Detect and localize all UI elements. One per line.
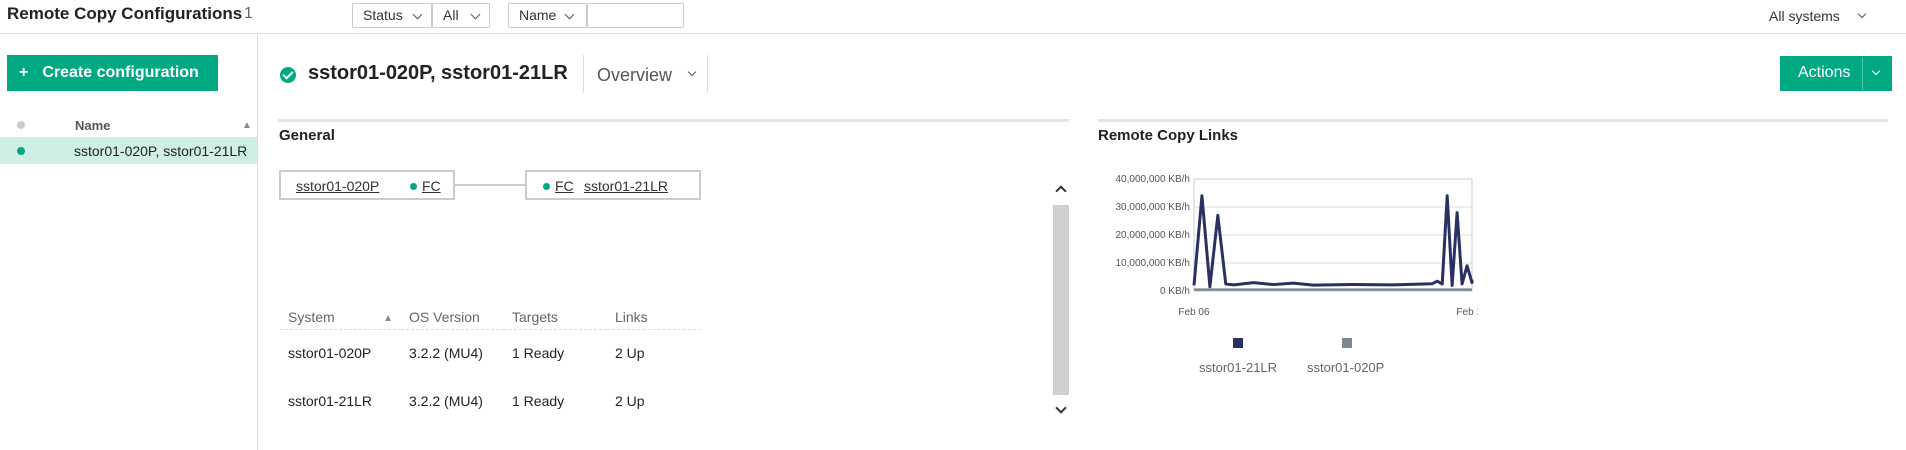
status-value-label: All [443,7,459,23]
status-normal-icon [280,67,296,83]
links-cell: 2 Up [615,393,645,409]
source-system-node: sstor01-020P FC [279,170,455,200]
create-configuration-button[interactable]: + Create configuration [7,55,218,91]
status-filter-label: Status [363,7,403,23]
actions-label: Actions [1798,64,1851,81]
section-rule [278,119,1069,122]
create-configuration-label: Create configuration [42,64,199,81]
source-system-link[interactable]: sstor01-020P [296,178,379,194]
status-normal-icon [17,147,25,155]
chevron-down-icon [412,9,423,20]
legend-label-sstor01-020p: sstor01-020P [1307,360,1385,375]
target-port-link[interactable]: FC [555,178,574,194]
targets-cell: 1 Ready [512,393,565,409]
status-column-icon [17,121,25,129]
y-tick-label: 20,000,000 KB/h [1115,230,1190,241]
source-port-link[interactable]: FC [422,178,441,194]
x-tick-label: Feb 13 [1456,307,1478,318]
status-filter-dropdown[interactable]: Status [352,3,432,28]
os-version-column-header[interactable]: OS Version [401,306,504,330]
legend-swatch-sstor01-020p [1342,338,1352,348]
legend-label-sstor01-21lr: sstor01-21LR [1199,360,1278,375]
x-tick-label: Feb 06 [1178,307,1210,318]
target-system-node: FC sstor01-21LR [525,170,701,200]
view-selector-label: Overview [597,65,673,85]
links-cell: 2 Up [615,345,645,362]
y-tick-label: 40,000,000 KB/h [1115,174,1190,185]
chevron-down-icon [1857,9,1867,19]
configuration-count: 1 [244,5,253,22]
chevron-down-icon [1871,66,1881,76]
targets-cell: 1 Ready [512,345,565,362]
detail-title: sstor01-020P, sstor01-21LR [308,62,568,84]
general-section-title: General [279,127,335,144]
systems-table: System ▲ OS Version Targets Links sstor0… [280,306,701,425]
remote-copy-links-chart: 40,000,000 KB/h 30,000,000 KB/h 20,000,000… [1115,174,1478,318]
list-item-label: sstor01-020P, sstor01-21LR [74,143,248,159]
system-cell: sstor01-020P [288,345,372,362]
y-tick-label: 30,000,000 KB/h [1115,202,1190,213]
divider [583,55,584,93]
top-bar: Remote Copy Configurations 1 Status All … [0,0,1906,34]
scrollbar-thumb[interactable] [1053,205,1069,395]
actions-button[interactable]: Actions [1780,56,1892,91]
sort-ascending-icon: ▲ [242,120,252,131]
page-title: Remote Copy Configurations [7,4,243,23]
section-rule [1098,119,1888,122]
legend-swatch-sstor01-21lr [1233,338,1243,348]
targets-column-header[interactable]: Targets [504,306,607,330]
view-selector[interactable]: Overview [597,65,697,86]
system-cell: sstor01-21LR [288,393,373,409]
y-tick-label: 0 KB/h [1160,286,1190,297]
system-scope-label: All systems [1769,8,1840,24]
table-row[interactable]: sstor01-020P 3.2.2 (MU4) 1 Ready 2 Up [280,329,701,377]
name-column-header[interactable]: Name [75,118,110,133]
sort-ascending-icon: ▲ [383,313,393,325]
chevron-down-icon [564,9,575,20]
list-header[interactable]: Name ▲ [0,115,257,135]
y-tick-label: 10,000,000 KB/h [1115,258,1190,269]
column-header-label: System [288,309,335,326]
chevron-down-icon [470,9,481,20]
list-item[interactable]: sstor01-020P, sstor01-21LR [0,137,257,164]
links-column-header[interactable]: Links [607,306,701,330]
actions-split-divider [1862,57,1863,90]
system-column-header[interactable]: System ▲ [280,306,401,330]
configuration-list-panel: + Create configuration Name ▲ sstor01-020… [0,35,258,450]
os-version-cell: 3.2.2 (MU4) [409,345,483,362]
target-system-link[interactable]: sstor01-21LR [584,178,668,194]
table-row[interactable]: sstor01-21LR 3.2.2 (MU4) 1 Ready 2 Up [280,377,701,425]
name-filter-dropdown[interactable]: Name [508,3,587,28]
system-scope-selector[interactable]: All systems [1769,8,1867,24]
port-status-icon [410,183,417,190]
replication-link-line [455,184,526,186]
remote-copy-links-title: Remote Copy Links [1098,127,1239,144]
status-value-dropdown[interactable]: All [432,3,490,28]
plus-icon: + [19,64,29,81]
name-filter-input[interactable] [587,3,684,28]
os-version-cell: 3.2.2 (MU4) [409,393,483,409]
divider [707,55,708,93]
chevron-down-icon [687,67,697,77]
name-filter-label: Name [519,7,557,23]
table-header-row: System ▲ OS Version Targets Links [280,306,701,330]
port-status-icon [543,183,550,190]
